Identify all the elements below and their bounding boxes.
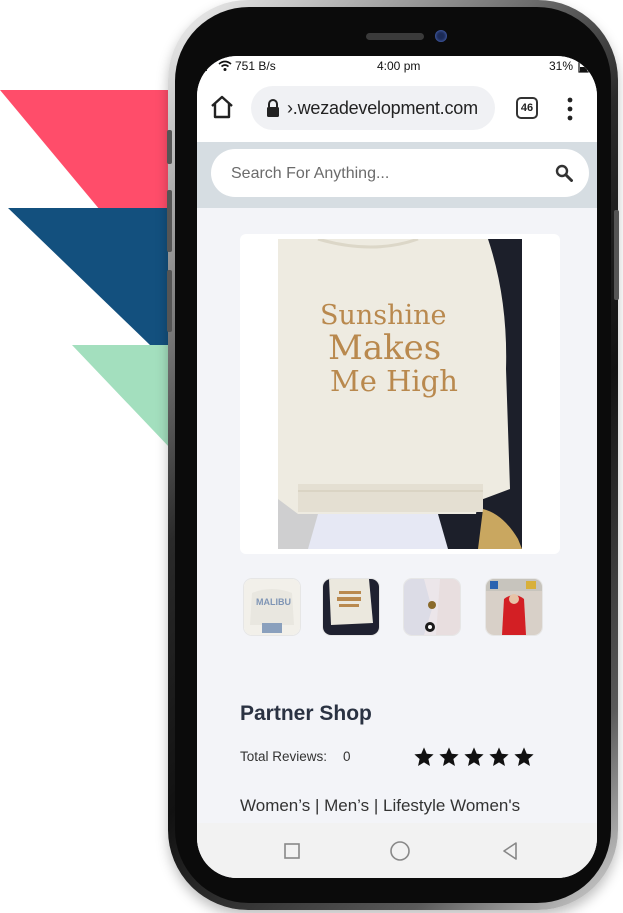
status-time: 4:00 pm [377, 59, 421, 73]
sweatshirt-text-line-3: Me High [330, 364, 458, 398]
back-icon[interactable] [499, 840, 521, 862]
home-circle-icon[interactable] [389, 840, 411, 862]
thumbnail-3-image [404, 579, 460, 635]
search-icon[interactable] [555, 164, 573, 182]
thumbnail-3[interactable] [404, 579, 460, 635]
reviews-label: Total Reviews: [240, 749, 328, 764]
star-icon [439, 747, 459, 766]
product-categories: Women’s | Men’s | Lifestyle Women's [240, 796, 521, 815]
thumbnail-4[interactable] [486, 579, 542, 635]
earpiece-speaker [366, 33, 424, 40]
sweatshirt-text-line-1: Sunshine [320, 300, 447, 331]
mint-triangle [72, 345, 180, 448]
home-icon[interactable] [207, 92, 237, 122]
tabs-icon[interactable]: 46 [516, 97, 538, 119]
thumbnail-1-image: MALIBU [244, 579, 300, 635]
thumbnail-4-image [486, 579, 542, 635]
address-bar[interactable]: ›.wezadevelopment.com [251, 86, 495, 130]
volume-down-button [167, 270, 172, 332]
search-box [211, 149, 589, 199]
product-content: Sunshine Makes Me High MALIBU Partner Sh… [197, 208, 597, 823]
shop-name: Partner Shop [240, 702, 372, 725]
phone-screen: 751 B/s 4:00 pm 31% ›.wezadevelopment.co… [197, 56, 597, 878]
tab-count: 46 [520, 102, 534, 114]
sweatshirt-text-line-2: Makes [328, 328, 441, 368]
rating-stars [413, 746, 539, 768]
volume-button [167, 130, 172, 164]
thumbnail-2-image [323, 579, 379, 635]
sweatshirt-image: Sunshine Makes Me High [278, 239, 522, 549]
lock-icon[interactable] [265, 98, 281, 118]
status-bar: 751 B/s 4:00 pm 31% [197, 56, 597, 76]
thumbnail-2[interactable] [323, 579, 379, 635]
network-speed: 751 B/s [235, 59, 276, 73]
star-icon [489, 747, 509, 766]
thumbnail-1[interactable]: MALIBU [244, 579, 300, 635]
recent-apps-icon[interactable] [281, 840, 303, 862]
volume-up-button [167, 190, 172, 252]
search-input[interactable] [229, 149, 533, 199]
wifi-icon [218, 60, 232, 71]
product-main-image[interactable]: Sunshine Makes Me High [278, 239, 522, 549]
android-nav-bar [197, 823, 597, 878]
signal-icon [201, 62, 207, 71]
navy-triangle [8, 208, 180, 345]
product-image-card: Sunshine Makes Me High [240, 234, 560, 554]
browser-toolbar: ›.wezadevelopment.com 46 [197, 76, 597, 142]
more-vert-icon[interactable] [566, 96, 574, 122]
url-text[interactable]: ›.wezadevelopment.com [287, 98, 478, 119]
battery-percent: 31% [549, 59, 574, 73]
power-button [614, 210, 619, 300]
star-icon [464, 747, 484, 766]
thumbnail-1-text: MALIBU [256, 597, 291, 607]
pink-triangle [0, 90, 180, 210]
reviews-count: 0 [343, 749, 351, 764]
battery-icon [578, 60, 589, 73]
search-section [197, 142, 597, 208]
star-icon [514, 747, 534, 766]
front-camera [435, 30, 447, 42]
star-icon [414, 747, 434, 766]
